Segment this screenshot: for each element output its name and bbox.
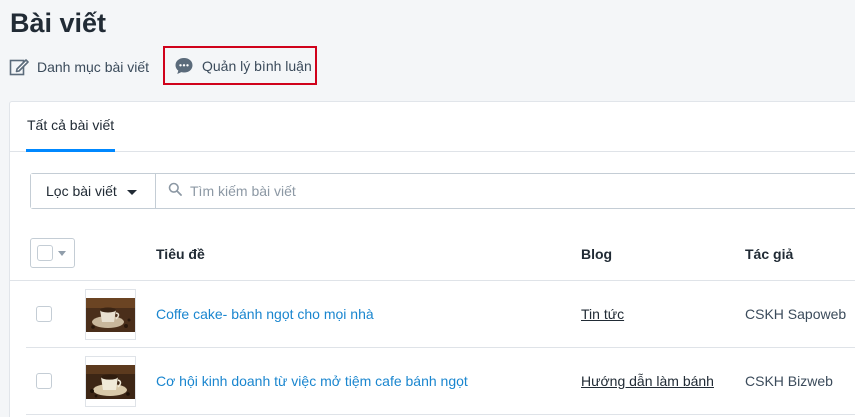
comments-link[interactable]: Quản lý bình luận [163, 46, 317, 85]
table-row: Coffe cake- bánh ngọt cho mọi nhà Tin tứ… [26, 281, 855, 348]
search-icon [168, 182, 182, 201]
search-input[interactable] [190, 183, 690, 199]
comments-label: Quản lý bình luận [202, 57, 312, 74]
column-blog: Blog [581, 246, 613, 262]
coffee-cup-image [86, 297, 135, 332]
post-blog-link[interactable]: Tin tức [581, 306, 624, 322]
post-title-link[interactable]: Cơ hội kinh doanh từ việc mở tiệm cafe b… [156, 373, 468, 389]
post-thumbnail[interactable] [85, 289, 136, 340]
page-actions: Danh mục bài viết Quản lý bình luận [8, 46, 317, 85]
categories-label: Danh mục bài viết [37, 59, 150, 75]
categories-link[interactable]: Danh mục bài viết [8, 52, 149, 82]
row-checkbox[interactable] [36, 306, 52, 322]
search-box [156, 174, 855, 208]
page-title: Bài viết [10, 8, 107, 38]
filter-button[interactable]: Lọc bài viết [31, 174, 156, 208]
chevron-down-icon[interactable] [58, 250, 66, 256]
column-author: Tác giả [745, 246, 794, 262]
post-blog-link[interactable]: Hướng dẫn làm bánh [581, 373, 714, 389]
table-header: Tiêu đề Blog Tác giả [10, 229, 855, 281]
column-title: Tiêu đề [156, 246, 205, 262]
post-thumbnail[interactable] [85, 356, 136, 407]
row-checkbox[interactable] [36, 373, 52, 389]
filter-bar: Lọc bài viết [30, 173, 855, 209]
bulk-select[interactable] [30, 238, 75, 268]
select-all-checkbox[interactable] [37, 245, 53, 261]
post-author: CSKH Sapoweb [745, 306, 847, 322]
posts-card: Tất cả bài viết Lọc bài viết Tiêu đề Blo… [9, 101, 855, 417]
coffee-cup-image [86, 364, 135, 399]
post-author: CSKH Bizweb [745, 373, 833, 389]
caret-down-icon [126, 189, 137, 195]
tab-bar: Tất cả bài viết [10, 102, 855, 152]
filter-button-label: Lọc bài viết [46, 183, 117, 199]
chat-bubble-icon [173, 55, 195, 77]
post-title-link[interactable]: Coffe cake- bánh ngọt cho mọi nhà [156, 306, 374, 322]
edit-icon [8, 56, 30, 78]
tab-all-posts[interactable]: Tất cả bài viết [26, 102, 116, 152]
table-row: Cơ hội kinh doanh từ việc mở tiệm cafe b… [26, 348, 855, 415]
